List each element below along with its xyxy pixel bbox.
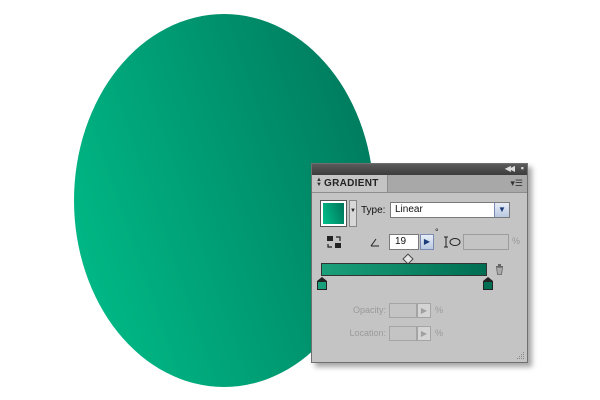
location-input[interactable]	[389, 326, 417, 341]
angle-dropdown-button[interactable]: ▶	[420, 234, 434, 250]
panel-title: GRADIENT	[324, 178, 379, 189]
double-chevron-icon[interactable]: ◀◀	[505, 163, 515, 174]
opacity-label: Opacity:	[352, 305, 386, 315]
opacity-input[interactable]	[389, 303, 417, 318]
trash-icon[interactable]	[495, 264, 504, 275]
aspect-ratio-icon	[444, 236, 461, 248]
opacity-dropdown-button[interactable]: ▶	[417, 303, 431, 318]
angle-value: 19	[395, 236, 407, 247]
close-icon[interactable]: ▪	[521, 163, 524, 174]
angle-icon	[370, 238, 379, 247]
location-dropdown-button[interactable]: ▶	[417, 326, 431, 341]
resize-grip-icon[interactable]	[516, 351, 525, 360]
gradient-slider[interactable]	[321, 263, 487, 276]
aspect-unit: %	[512, 236, 521, 246]
panel-menu-icon[interactable]: ▾☰	[510, 178, 523, 188]
type-select[interactable]: Linear ▼	[390, 202, 510, 218]
aspect-ratio-input[interactable]	[463, 234, 509, 250]
tab-arrows-icon[interactable]: ▲ ▼	[316, 177, 322, 188]
swatch-fill	[323, 203, 344, 224]
gradient-panel: ◀◀ ▪ ▲ ▼ GRADIENT ▾☰ ▼ Type: Linear ▼ 19 …	[311, 163, 528, 363]
panel-tab-strip: ▲ ▼ GRADIENT ▾☰	[312, 175, 527, 193]
color-stop-left[interactable]	[317, 277, 327, 290]
angle-input[interactable]: 19	[389, 234, 419, 250]
location-unit: %	[435, 328, 444, 338]
reverse-gradient-icon[interactable]	[326, 235, 342, 249]
location-label: Location:	[349, 328, 386, 338]
swatch-dropdown-button[interactable]: ▼	[349, 200, 357, 227]
gradient-swatch[interactable]	[320, 200, 347, 227]
type-select-value: Linear	[395, 204, 423, 215]
panel-title-bar[interactable]: ◀◀ ▪	[312, 163, 527, 175]
chevron-down-icon[interactable]: ▼	[494, 203, 509, 217]
degree-sign: °	[435, 227, 439, 237]
opacity-unit: %	[435, 305, 444, 315]
color-stop-right[interactable]	[483, 277, 493, 290]
type-label: Type:	[361, 205, 386, 216]
tab-gradient[interactable]: ▲ ▼ GRADIENT	[312, 175, 388, 192]
